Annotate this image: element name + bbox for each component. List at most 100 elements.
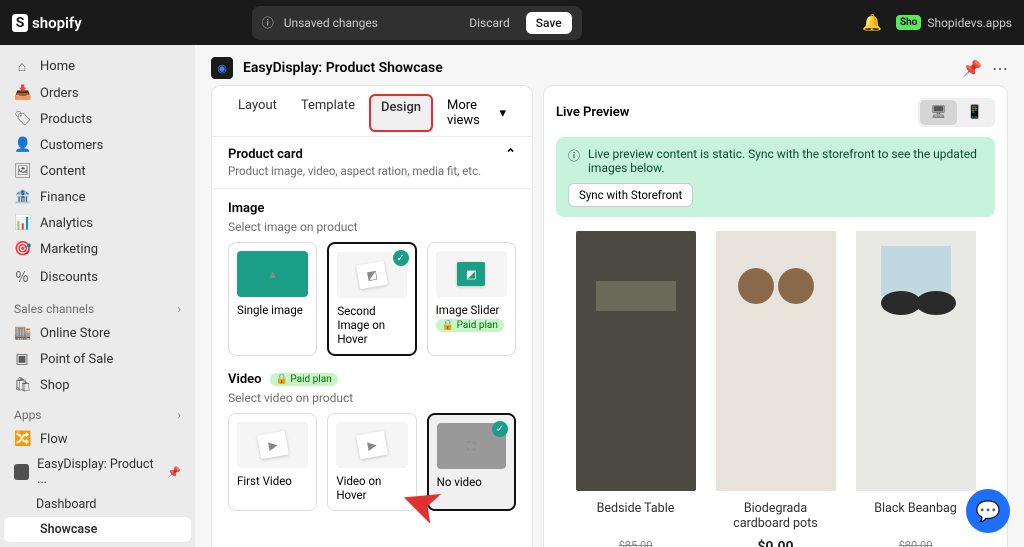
product-title: Bedside Table	[576, 501, 696, 535]
sidebar: ⌂Home 📥Orders 🏷Products 👤Customers 🖼Cont…	[0, 45, 195, 547]
product-image	[576, 231, 696, 491]
nav-marketing[interactable]: 🎯Marketing	[0, 236, 195, 262]
product-price: $0.00	[716, 539, 836, 547]
app-logo-icon: ◉	[211, 57, 233, 79]
shopify-logo[interactable]: S shopify	[12, 14, 82, 32]
image-group-label: Image	[228, 201, 516, 216]
chevron-down-icon: ▾	[499, 106, 506, 121]
nav-easydisplay[interactable]: EasyDisplay: Product ...📌	[0, 452, 195, 492]
sync-alert: ⓘ Live preview content is static. Sync wi…	[556, 137, 995, 217]
video-icon: ▶	[237, 422, 308, 468]
save-button[interactable]: Save	[526, 12, 572, 34]
main: ◉ EasyDisplay: Product Showcase 📌 ⋯ Layo…	[195, 45, 1024, 547]
section-subtitle: Product image, video, aspect ration, med…	[228, 164, 516, 178]
paid-plan-badge: 🔒 Paid plan	[270, 373, 338, 386]
logo-text: shopify	[32, 14, 82, 32]
video-group-label: Video	[228, 372, 262, 387]
discard-button[interactable]: Discard	[459, 12, 520, 34]
orders-icon: 📥	[14, 85, 30, 101]
chat-bubble-icon[interactable]: 💬	[966, 489, 1010, 533]
tabs: Layout Template Design More views ▾	[212, 86, 532, 137]
analytics-icon: 📊	[14, 215, 30, 231]
image-icon: ▲	[237, 251, 308, 297]
tab-layout[interactable]: Layout	[228, 94, 287, 132]
nav-products[interactable]: 🏷Products	[0, 106, 195, 132]
chevron-right-icon[interactable]: ›	[177, 302, 181, 316]
nav-collections[interactable]: Collections	[0, 542, 195, 547]
nav-dashboard[interactable]: Dashboard	[0, 492, 195, 517]
nav-online-store[interactable]: 🏬Online Store	[0, 320, 195, 346]
info-icon: ⓘ	[262, 14, 274, 31]
tab-template[interactable]: Template	[291, 94, 365, 132]
home-icon: ⌂	[14, 58, 30, 75]
nav-flow[interactable]: 🔀Flow	[0, 426, 195, 452]
pin-icon[interactable]: 📌	[962, 59, 982, 78]
page-header: ◉ EasyDisplay: Product Showcase 📌 ⋯	[211, 51, 1008, 85]
nav-pos[interactable]: ▣Point of Sale	[0, 346, 195, 372]
nav-content[interactable]: 🖼Content	[0, 158, 195, 184]
user-menu[interactable]: Sho Shopidevs.apps	[896, 15, 1012, 30]
nav-home[interactable]: ⌂Home	[0, 53, 195, 80]
flow-icon: 🔀	[14, 431, 30, 447]
option-single-image[interactable]: ▲ Single image	[228, 242, 317, 356]
unsaved-bar: ⓘ Unsaved changes Discard Save	[252, 6, 582, 40]
tab-more-label: More views	[447, 98, 495, 128]
preview-title: Live Preview	[556, 105, 629, 120]
product-title: Biodegrada cardboard pots	[716, 501, 836, 535]
notifications-icon[interactable]: 🔔	[862, 13, 882, 32]
finance-icon: 🏦	[14, 189, 30, 205]
section-title: Product card⌃	[228, 147, 516, 162]
shop-icon: 🛍	[14, 377, 30, 393]
chevron-up-icon: ⌃	[505, 147, 516, 162]
nav-finance[interactable]: 🏦Finance	[0, 184, 195, 210]
marketing-icon: 🎯	[14, 241, 30, 257]
pos-icon: ▣	[14, 351, 30, 367]
mobile-button[interactable]: 📱	[957, 100, 993, 125]
product-title: Black Beanbag	[856, 501, 976, 535]
slider-icon: ◩	[436, 251, 507, 297]
chevron-right-icon[interactable]: ›	[177, 408, 181, 422]
product-old-price: $80.00	[856, 539, 976, 547]
nav-orders[interactable]: 📥Orders	[0, 80, 195, 106]
option-image-slider[interactable]: ◩ Image Slider 🔒 Paid plan	[427, 242, 516, 356]
sync-button[interactable]: Sync with Storefront	[568, 183, 693, 207]
product-card[interactable]: Biodegrada cardboard pots $0.00 🛒 Sold o…	[716, 231, 836, 491]
more-icon[interactable]: ⋯	[992, 59, 1008, 78]
nav-customers[interactable]: 👤Customers	[0, 132, 195, 158]
products-icon: 🏷	[14, 111, 30, 127]
page-title: EasyDisplay: Product Showcase	[243, 60, 443, 76]
pin-icon[interactable]: 📌	[167, 466, 181, 479]
product-card[interactable]: Bedside Table $85.00 $0.00 🛒 Sold out	[576, 231, 696, 491]
product-image	[856, 231, 976, 491]
nav-shop[interactable]: 🛍Shop	[0, 372, 195, 398]
preview-panel: Live Preview 🖥 📱 ⓘ Live preview content i…	[543, 85, 1008, 547]
user-badge: Sho	[896, 15, 921, 30]
nav-analytics[interactable]: 📊Analytics	[0, 210, 195, 236]
discounts-icon: ％	[14, 267, 30, 287]
desktop-button[interactable]: 🖥	[920, 100, 957, 125]
option-no-video[interactable]: ✓ ⛶ No video	[427, 413, 516, 511]
info-icon: ⓘ	[568, 147, 580, 164]
product-card-section[interactable]: Product card⌃ Product image, video, aspe…	[212, 137, 532, 189]
image-group-sub: Select image on product	[228, 220, 516, 234]
product-grid: Bedside Table $85.00 $0.00 🛒 Sold out Bi…	[556, 231, 995, 491]
tab-design[interactable]: Design	[369, 94, 433, 132]
nav-showcase[interactable]: Showcase	[4, 517, 191, 542]
design-panel: Layout Template Design More views ▾ Produ…	[211, 85, 533, 547]
product-card[interactable]: Black Beanbag $80.00 $0.00 🛒 Sold out	[856, 231, 976, 491]
unsaved-text: Unsaved changes	[284, 16, 378, 30]
product-image	[716, 231, 836, 491]
customers-icon: 👤	[14, 137, 30, 153]
check-icon: ✓	[393, 250, 409, 266]
option-second-image-hover[interactable]: ✓ ◩ Second Image on Hover	[327, 242, 416, 356]
app-logo-icon	[14, 464, 29, 480]
product-old-price: $85.00	[576, 539, 696, 547]
option-video-hover[interactable]: ▶ Video on Hover	[327, 413, 416, 511]
alert-text: Live preview content is static. Sync wit…	[588, 147, 983, 175]
paid-plan-badge: 🔒 Paid plan	[436, 319, 504, 332]
user-name: Shopidevs.apps	[927, 16, 1012, 30]
nav-discounts[interactable]: ％Discounts	[0, 262, 195, 292]
check-icon: ✓	[492, 421, 508, 437]
option-first-video[interactable]: ▶ First Video	[228, 413, 317, 511]
tab-more-views[interactable]: More views ▾	[437, 94, 516, 132]
